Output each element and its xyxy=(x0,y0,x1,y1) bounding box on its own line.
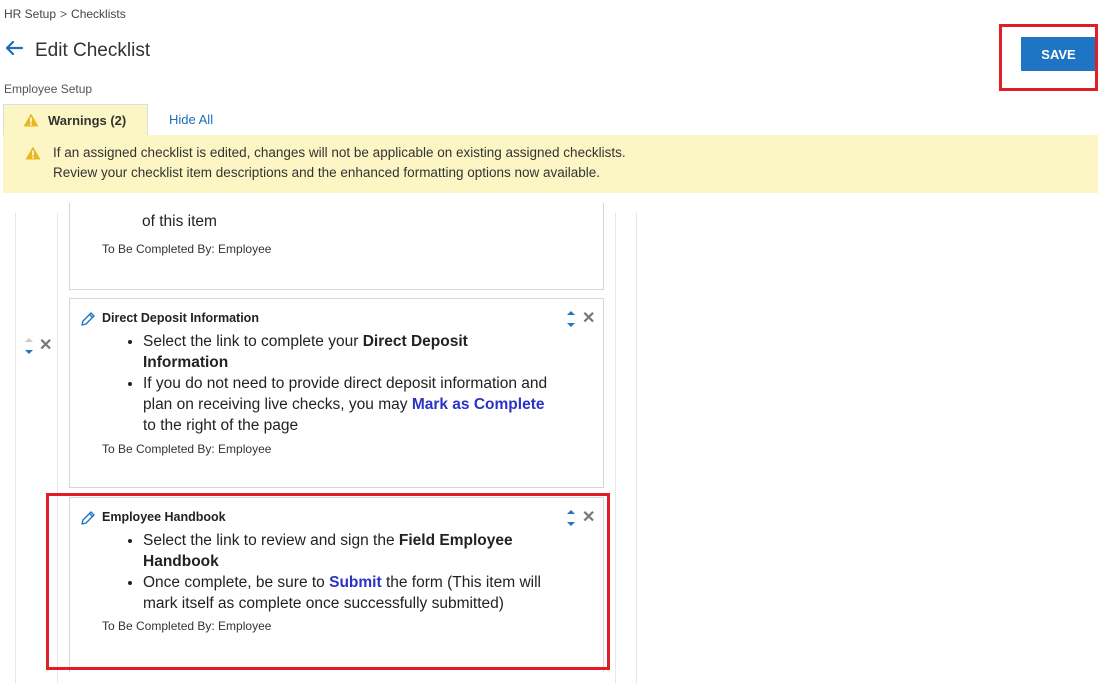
checklist-item-card: Direct Deposit Information ✕ Select the … xyxy=(69,298,604,488)
breadcrumb-separator: > xyxy=(60,7,68,21)
warning-icon xyxy=(23,113,39,127)
completed-by-text: To Be Completed By: Employee xyxy=(102,242,272,256)
save-highlight-box xyxy=(999,24,1098,91)
breadcrumb-checklists[interactable]: Checklists xyxy=(71,7,126,21)
completed-by-text: To Be Completed By: Employee xyxy=(102,442,272,456)
warnings-tab-bar: Warnings (2) Hide All xyxy=(3,104,1098,136)
handbook-highlight-box xyxy=(46,493,610,670)
warning-banner: If an assigned checklist is edited, chan… xyxy=(3,135,1098,193)
list-item: If you do not need to provide direct dep… xyxy=(143,373,555,436)
warning-message: If an assigned checklist is edited, chan… xyxy=(53,145,626,160)
mark-as-complete-link[interactable]: Mark as Complete xyxy=(412,396,545,413)
edit-pencil-icon[interactable] xyxy=(80,311,96,327)
checklist-name: Employee Setup xyxy=(4,82,93,96)
page-title: Edit Checklist xyxy=(35,40,151,61)
tab-warnings[interactable]: Warnings (2) xyxy=(3,104,148,135)
list-item: Select the link to complete your Direct … xyxy=(143,331,555,373)
back-arrow-icon[interactable] xyxy=(4,38,26,62)
breadcrumb-hr-setup[interactable]: HR Setup xyxy=(4,7,56,21)
item-title: Direct Deposit Information xyxy=(102,311,259,325)
warning-message: Review your checklist item descriptions … xyxy=(53,165,601,180)
hide-all-link[interactable]: Hide All xyxy=(169,112,213,127)
reorder-arrows-icon[interactable] xyxy=(23,334,35,358)
reorder-arrows-icon[interactable] xyxy=(565,307,577,331)
remove-section-icon[interactable]: ✕ xyxy=(39,338,52,354)
breadcrumb: HR Setup > Checklists xyxy=(4,7,126,21)
tab-warnings-label: Warnings (2) xyxy=(48,112,127,128)
item-description: Select the link to complete your Direct … xyxy=(125,331,555,436)
item-description-fragment: of this item xyxy=(142,213,217,230)
checklist-item-card: of this item To Be Completed By: Employe… xyxy=(69,203,604,290)
remove-item-icon[interactable]: ✕ xyxy=(582,311,595,327)
warning-icon xyxy=(25,146,41,160)
